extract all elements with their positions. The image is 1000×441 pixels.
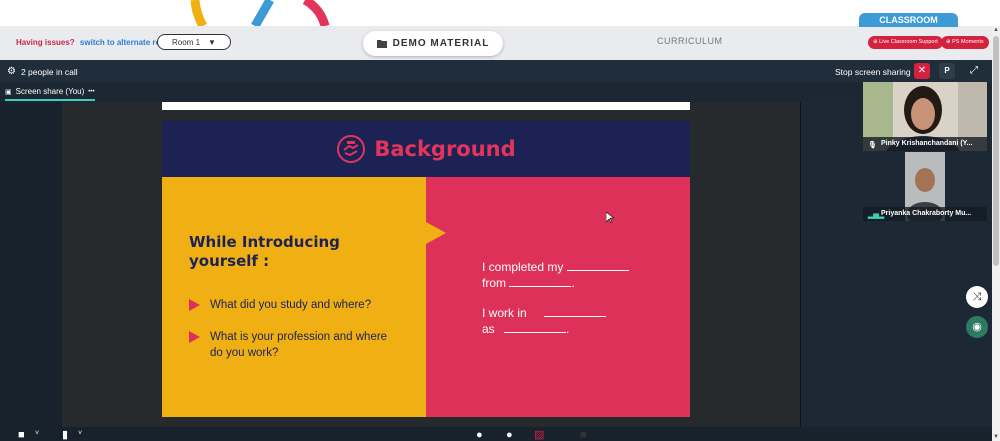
chat-icon[interactable]: ● bbox=[506, 430, 513, 441]
blank-line bbox=[509, 277, 572, 287]
participant-name-text: Pinky Krishanchandani (Y... bbox=[881, 140, 973, 147]
screen-share-off-icon[interactable]: ▨ bbox=[534, 430, 544, 441]
stop-sharing-label: Stop screen sharing bbox=[835, 67, 911, 77]
blank-line bbox=[544, 307, 607, 317]
app-window: Having issues? switch to alternate room … bbox=[0, 0, 1000, 441]
fill-period: . bbox=[566, 322, 570, 336]
microphone-icon: 🎙 bbox=[868, 142, 877, 149]
fill-text: from bbox=[482, 276, 506, 290]
tab-screen-share[interactable]: ▣ Screen share (You) ••• bbox=[5, 87, 95, 101]
scroll-thumb[interactable] bbox=[993, 36, 999, 266]
share-tab-label: Screen share (You) bbox=[15, 87, 85, 96]
more-icon[interactable]: ••• bbox=[88, 89, 94, 95]
fill-line-1: I completed my from . bbox=[482, 259, 629, 291]
blank-line bbox=[504, 323, 567, 333]
fill-text: as bbox=[482, 322, 495, 336]
chevron-down-icon[interactable]: ˅ bbox=[78, 428, 82, 439]
person-icon[interactable]: ● bbox=[476, 430, 483, 441]
participants-panel: 🎙 Pinky Krishanchandani (Y... ▂▅▂ Priyan… bbox=[863, 82, 992, 427]
camera-icon[interactable]: ■ bbox=[18, 430, 25, 441]
slide-right-panel bbox=[426, 177, 690, 417]
panel-notch bbox=[426, 222, 446, 244]
bullet-text: What is your profession and where do you… bbox=[210, 331, 388, 359]
chevron-down-icon[interactable]: ˅ bbox=[35, 428, 39, 439]
intro-title: While Introducing yourself : bbox=[189, 233, 340, 270]
share-tabs-bar: ▣ Screen share (You) ••• bbox=[0, 82, 863, 102]
presentation-slide: Background While Introducing yourself : … bbox=[162, 121, 690, 417]
chevron-down-icon: ▼ bbox=[208, 37, 216, 47]
triangle-bullet-icon bbox=[189, 331, 200, 343]
participant-name: ▂▅▂ Priyanka Chakraborty Mu... bbox=[863, 207, 987, 221]
slide-title: Background bbox=[374, 137, 516, 161]
screen-icon: ▣ bbox=[5, 88, 12, 96]
classroom-tab[interactable]: CLASSROOM bbox=[859, 13, 958, 27]
stop-sharing-button[interactable]: ✕ bbox=[914, 63, 930, 79]
stage-side-panel bbox=[800, 102, 863, 427]
participant-tile[interactable]: 🎙 Pinky Krishanchandani (Y... bbox=[863, 82, 987, 151]
demo-material-label: DEMO MATERIAL bbox=[392, 38, 490, 49]
participant-name: 🎙 Pinky Krishanchandani (Y... bbox=[863, 137, 987, 151]
fill-text: I work in bbox=[482, 306, 527, 320]
close-icon: ✕ bbox=[917, 65, 927, 76]
fill-text: I completed my bbox=[482, 260, 564, 274]
live-support-button[interactable]: ⊕ Live Classroom Support bbox=[868, 36, 943, 49]
microphone-icon[interactable]: ▮ bbox=[62, 430, 68, 441]
demo-material-button[interactable]: DEMO MATERIAL bbox=[363, 31, 503, 56]
page-scrollbar[interactable]: ▲ ▼ bbox=[992, 26, 1000, 441]
audio-level-icon: ▂▅▂ bbox=[868, 212, 885, 219]
bullet-text: What did you study and where? bbox=[210, 299, 372, 311]
issue-text: Having issues? bbox=[16, 38, 75, 47]
participant-tile[interactable]: ▂▅▂ Priyanka Chakraborty Mu... bbox=[863, 152, 987, 221]
bullet-item: What is your profession and where do you… bbox=[189, 329, 389, 361]
fullscreen-icon[interactable]: ⤢ bbox=[966, 63, 982, 79]
triangle-bullet-icon bbox=[189, 299, 200, 311]
more-options-icon[interactable]: ■ bbox=[580, 430, 587, 441]
brand-logo bbox=[190, 0, 330, 26]
bullet-item: What did you study and where? bbox=[189, 297, 414, 313]
mouse-cursor-icon bbox=[606, 212, 614, 224]
pin-button[interactable]: P bbox=[939, 63, 955, 79]
room-select[interactable]: Room 1 ▼ bbox=[157, 34, 231, 50]
scroll-up-icon[interactable]: ▲ bbox=[993, 27, 999, 33]
top-bar: Having issues? switch to alternate room … bbox=[0, 26, 992, 60]
ps-moments-label: PS Moments bbox=[952, 39, 984, 45]
curriculum-tab[interactable]: CURRICULUM bbox=[657, 36, 723, 46]
owl-icon[interactable]: ◉ bbox=[966, 316, 988, 338]
blank-line bbox=[566, 261, 629, 271]
slide-header: Background bbox=[162, 121, 690, 177]
folder-icon bbox=[376, 40, 387, 48]
live-support-label: Live Classroom Support bbox=[879, 39, 938, 45]
bottom-toolbar: ■ ˅ ▮ ˅ ● ● ▨ ■ bbox=[0, 427, 992, 441]
fill-line-2: I work in as . bbox=[482, 305, 607, 337]
fill-period: . bbox=[571, 276, 575, 290]
room-select-value: Room 1 bbox=[172, 37, 201, 47]
shuffle-icon[interactable]: ⤨ bbox=[966, 286, 988, 308]
shared-window-strip bbox=[162, 102, 690, 110]
gear-icon[interactable]: ⚙ bbox=[7, 66, 16, 77]
scroll-down-icon[interactable]: ▼ bbox=[993, 434, 999, 440]
people-count: 2 people in call bbox=[20, 66, 78, 77]
issue-notice: Having issues? switch to alternate room bbox=[16, 38, 172, 47]
call-bar: ⚙ 2 people in call Stop screen sharing ✕… bbox=[0, 60, 992, 82]
participant-name-text: Priyanka Chakraborty Mu... bbox=[881, 210, 972, 217]
call-info: ⚙ 2 people in call bbox=[7, 66, 78, 77]
ps-moments-button[interactable]: ⊕ PS Moments bbox=[941, 36, 989, 49]
handshake-icon bbox=[337, 135, 366, 163]
